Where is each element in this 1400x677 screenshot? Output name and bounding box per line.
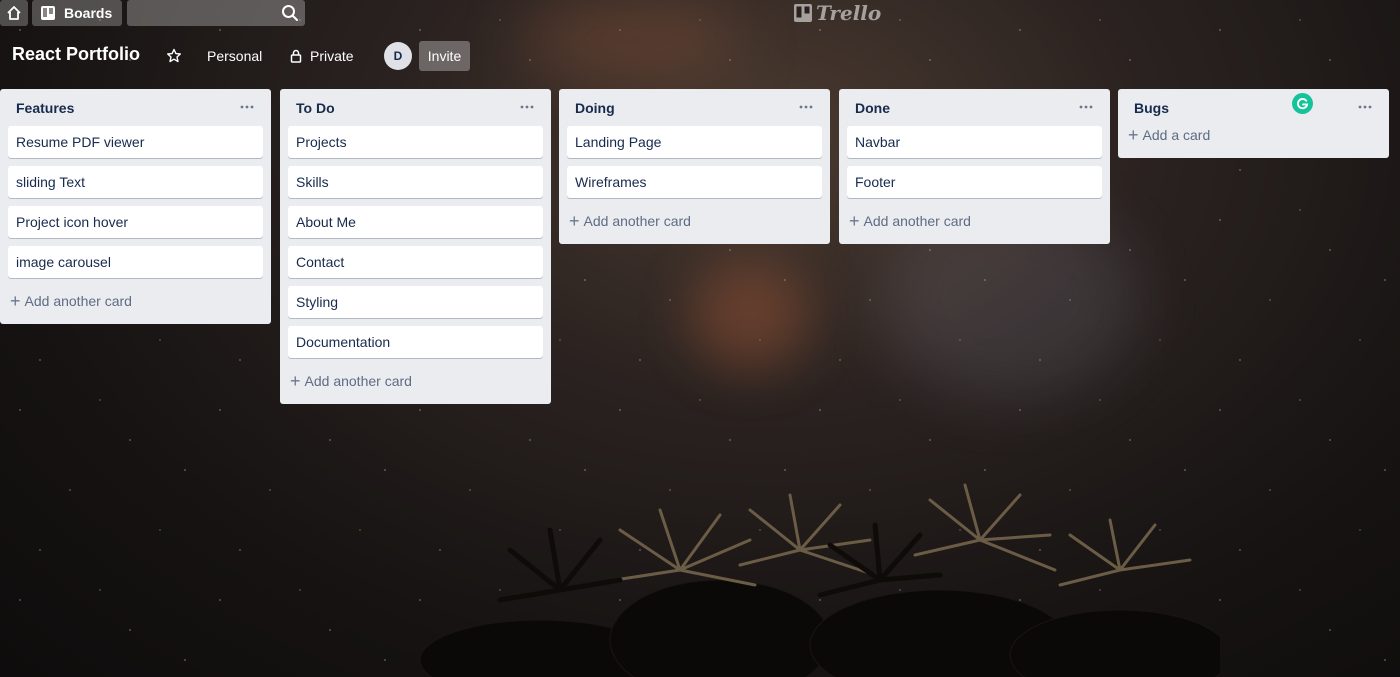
- list-title[interactable]: To Do: [296, 100, 335, 116]
- card[interactable]: sliding Text: [8, 166, 263, 198]
- top-navigation-bar: Boards Trello: [0, 0, 1400, 28]
- boards-label: Boards: [64, 5, 113, 21]
- add-card-label: Add another card: [583, 213, 691, 229]
- more-icon: [520, 105, 534, 109]
- plus-icon: +: [10, 291, 21, 311]
- boards-icon: [41, 6, 55, 20]
- personal-button[interactable]: Personal: [200, 42, 269, 70]
- search-input[interactable]: [127, 0, 287, 28]
- add-card-button[interactable]: + Add another card: [567, 206, 822, 236]
- palm-trees-silhouette: [420, 483, 1220, 677]
- list-header: Doing: [567, 89, 822, 126]
- more-icon: [1079, 105, 1093, 109]
- list-menu-button[interactable]: [1353, 95, 1377, 119]
- star-button[interactable]: [164, 46, 184, 66]
- card[interactable]: Resume PDF viewer: [8, 126, 263, 158]
- member-avatar[interactable]: D: [384, 42, 412, 70]
- home-icon: [7, 6, 21, 20]
- list-0: Features Resume PDF viewer sliding Text Pro…: [0, 89, 271, 324]
- card[interactable]: Footer: [847, 166, 1102, 198]
- card[interactable]: Skills: [288, 166, 543, 198]
- list-menu-button[interactable]: [515, 95, 539, 119]
- list-4: Bugs + Add a card: [1118, 89, 1389, 158]
- plus-icon: +: [1128, 125, 1139, 145]
- star-icon: [167, 48, 181, 63]
- grammarly-g-icon: [1297, 98, 1309, 110]
- add-card-button[interactable]: + Add another card: [8, 286, 263, 316]
- list-2: Doing Landing Page Wireframes + Add another …: [559, 89, 830, 244]
- more-icon: [1358, 105, 1372, 109]
- list-1: To Do Projects Skills About Me Contact Stylin…: [280, 89, 551, 404]
- add-card-label: Add another card: [24, 293, 132, 309]
- private-label: Private: [310, 48, 354, 64]
- card[interactable]: image carousel: [8, 246, 263, 278]
- list-title[interactable]: Bugs: [1134, 100, 1169, 116]
- list-header: Features: [8, 89, 263, 126]
- add-card-button[interactable]: + Add another card: [288, 366, 543, 396]
- search-box[interactable]: [127, 0, 305, 28]
- lock-icon: [290, 49, 302, 63]
- board-header: React Portfolio Personal Private D Invit…: [0, 38, 1400, 74]
- plus-icon: +: [849, 211, 860, 231]
- logo-text: Trello: [816, 1, 882, 25]
- list-title[interactable]: Done: [855, 100, 890, 116]
- card[interactable]: Project icon hover: [8, 206, 263, 238]
- card[interactable]: Projects: [288, 126, 543, 158]
- list-header: Done: [847, 89, 1102, 126]
- card[interactable]: Landing Page: [567, 126, 822, 158]
- add-card-label: Add a card: [1142, 127, 1211, 143]
- list-3: Done Navbar Footer + Add another card: [839, 89, 1110, 244]
- list-header: To Do: [288, 89, 543, 126]
- grammarly-icon[interactable]: [1292, 93, 1313, 114]
- add-card-button[interactable]: + Add another card: [847, 206, 1102, 236]
- trello-logo[interactable]: Trello: [794, 0, 881, 26]
- nebula-glow: [690, 260, 810, 370]
- board-title[interactable]: React Portfolio: [12, 44, 140, 65]
- invite-button[interactable]: Invite: [419, 41, 470, 71]
- add-card-label: Add another card: [863, 213, 971, 229]
- more-icon: [240, 105, 254, 109]
- add-card-label: Add another card: [304, 373, 412, 389]
- plus-icon: +: [569, 211, 580, 231]
- list-title[interactable]: Doing: [575, 100, 615, 116]
- list-menu-button[interactable]: [794, 95, 818, 119]
- card[interactable]: Contact: [288, 246, 543, 278]
- card[interactable]: Wireframes: [567, 166, 822, 198]
- trello-logo-icon: [794, 4, 812, 22]
- search-icon[interactable]: [281, 4, 299, 22]
- private-button[interactable]: Private: [284, 42, 360, 70]
- card[interactable]: Styling: [288, 286, 543, 318]
- list-menu-button[interactable]: [1074, 95, 1098, 119]
- list-title[interactable]: Features: [16, 100, 74, 116]
- card[interactable]: Documentation: [288, 326, 543, 358]
- card[interactable]: About Me: [288, 206, 543, 238]
- home-button[interactable]: [0, 0, 28, 26]
- plus-icon: +: [290, 371, 301, 391]
- list-menu-button[interactable]: [235, 95, 259, 119]
- list-header: Bugs: [1126, 89, 1381, 126]
- card[interactable]: Navbar: [847, 126, 1102, 158]
- boards-button[interactable]: Boards: [32, 0, 122, 26]
- more-icon: [799, 105, 813, 109]
